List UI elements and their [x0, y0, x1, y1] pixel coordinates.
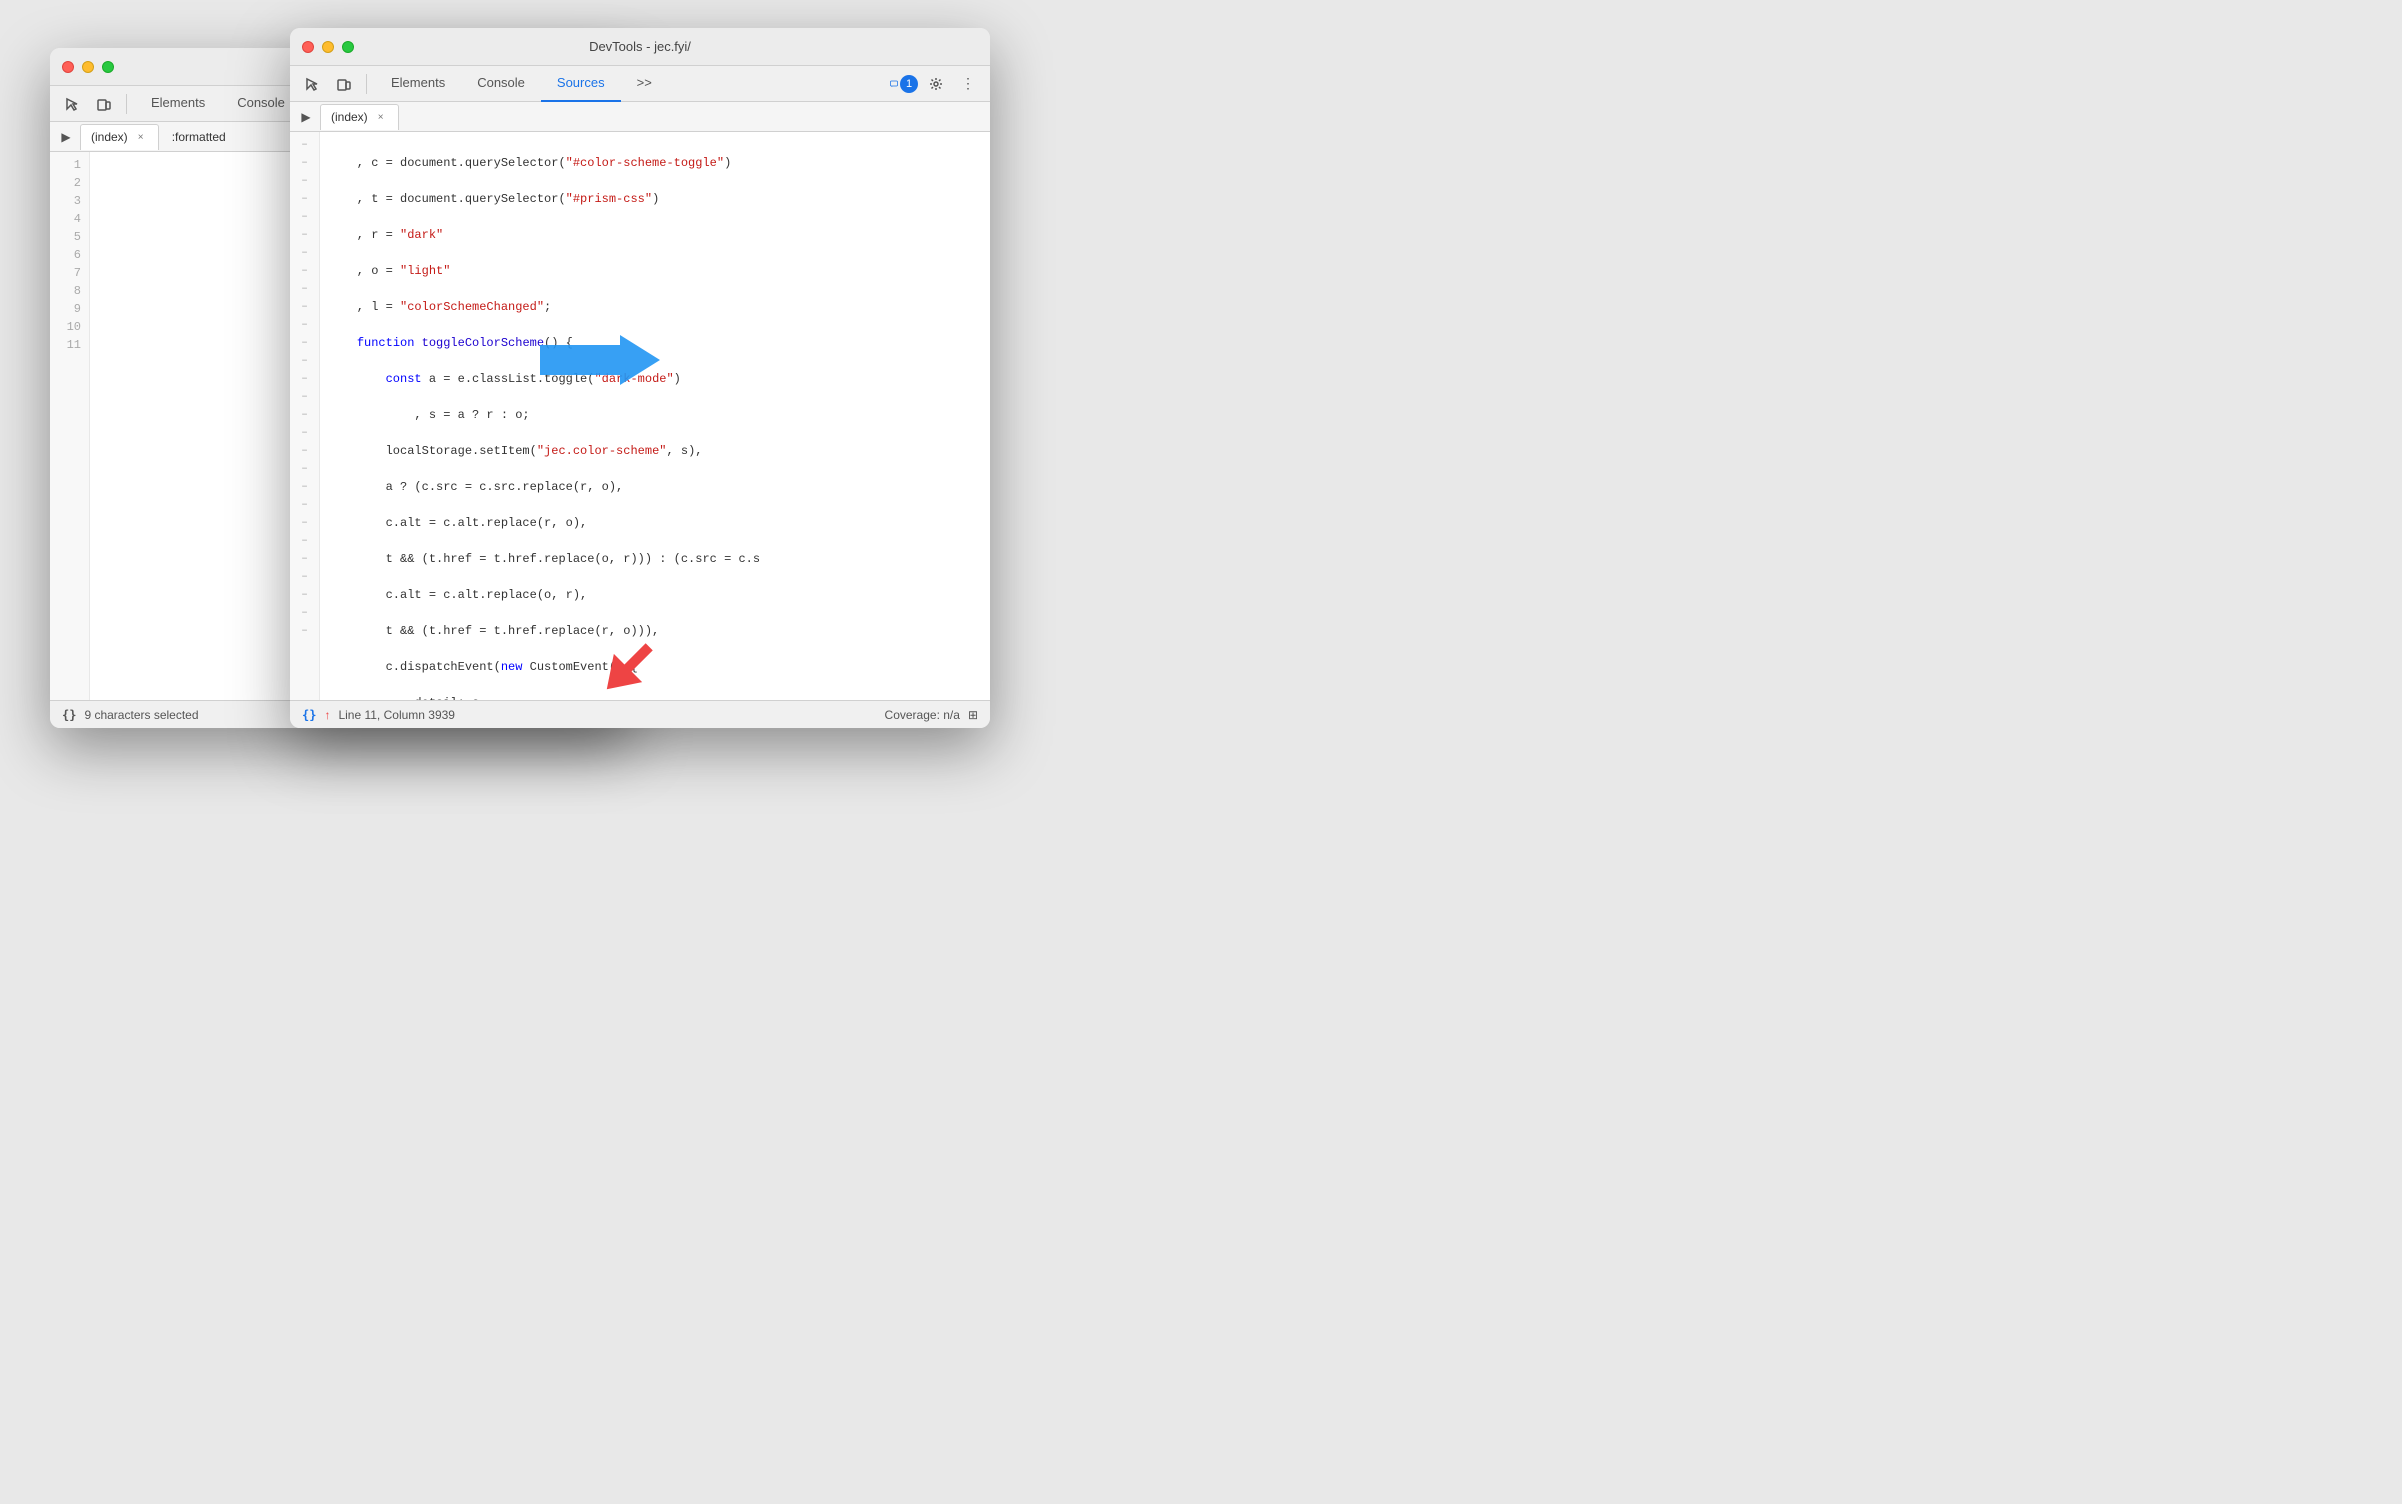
scroll-icon-2[interactable]: ⊞ [968, 708, 978, 722]
status-left-1: {} 9 characters selected [62, 708, 199, 722]
position-text-2: Line 11, Column 3939 [338, 708, 455, 722]
close-tab-index-1[interactable]: × [134, 130, 148, 144]
tab-elements-2[interactable]: Elements [375, 66, 461, 102]
coverage-text-2: Coverage: n/a [885, 708, 960, 722]
code-line: a ? (c.src = c.src.replace(r, o), [328, 478, 982, 496]
toolbar-2: Elements Console Sources >> [290, 66, 990, 102]
window-title-2: DevTools - jec.fyi/ [589, 39, 691, 54]
blue-arrow [540, 335, 660, 385]
minimize-button-1[interactable] [82, 61, 94, 73]
titlebar-2: DevTools - jec.fyi/ [290, 28, 990, 66]
close-tab-index-2[interactable]: × [374, 110, 388, 124]
tab-console-1[interactable]: Console [221, 86, 301, 122]
file-tab-index-2[interactable]: (index) × [320, 104, 399, 130]
file-tab-formatted-1[interactable]: :formatted [161, 124, 237, 150]
close-button-1[interactable] [62, 61, 74, 73]
more-icon-2[interactable]: ⋮ [954, 70, 982, 98]
code-line: c.alt = c.alt.replace(o, r), [328, 586, 982, 604]
red-arrow [598, 638, 658, 698]
format-icon-1[interactable]: {} [62, 708, 76, 722]
device-icon[interactable] [90, 90, 118, 118]
inspect-icon[interactable] [58, 90, 86, 118]
code-content-2: , c = document.querySelector("#color-sch… [320, 132, 990, 700]
tab-console-2[interactable]: Console [461, 66, 541, 102]
toolbar-right-2: 1 ⋮ [890, 70, 982, 98]
code-line: , l = "colorSchemeChanged"; [328, 298, 982, 316]
devtools-body-2: Elements Console Sources >> [290, 66, 990, 728]
tab-elements-1[interactable]: Elements [135, 86, 221, 122]
badge-count: 1 [900, 75, 918, 93]
code-line: c.alt = c.alt.replace(r, o), [328, 514, 982, 532]
red-arrow-indicator: ↑ [324, 708, 330, 722]
tab-bar-2: Elements Console Sources >> [375, 66, 668, 102]
file-tab-index-1[interactable]: (index) × [80, 124, 159, 150]
tab-more-2[interactable]: >> [621, 66, 668, 102]
status-bar-2: {} ↑ Line 11, Column 3939 Coverage: n/a … [290, 700, 990, 728]
inspect-icon-2[interactable] [298, 70, 326, 98]
device-icon-2[interactable] [330, 70, 358, 98]
toolbar-divider-2 [366, 74, 367, 94]
code-line: , r = "dark" [328, 226, 982, 244]
settings-icon[interactable] [922, 70, 950, 98]
status-text-1: 9 characters selected [84, 708, 198, 722]
gutter-2: – – – – – – – – – – – – – – – – – – – – [290, 132, 320, 700]
tab-sources-2[interactable]: Sources [541, 66, 621, 102]
toolbar-divider-1 [126, 94, 127, 114]
close-button-2[interactable] [302, 41, 314, 53]
maximize-button-2[interactable] [342, 41, 354, 53]
file-tabs-2: ▶ (index) × [290, 102, 990, 132]
traffic-lights-1 [62, 61, 114, 73]
code-area-2: – – – – – – – – – – – – – – – – – – – – [290, 132, 990, 700]
code-line: localStorage.setItem("jec.color-scheme",… [328, 442, 982, 460]
code-line: , o = "light" [328, 262, 982, 280]
code-line: , c = document.querySelector("#color-sch… [328, 154, 982, 172]
status-right-2: Coverage: n/a ⊞ [885, 708, 978, 722]
code-line: t && (t.href = t.href.replace(o, r))) : … [328, 550, 982, 568]
code-line: , s = a ? r : o; [328, 406, 982, 424]
line-numbers-1: 1 2 3 4 5 6 7 8 9 10 11 [50, 152, 90, 700]
code-line: , t = document.querySelector("#prism-css… [328, 190, 982, 208]
sidebar-toggle-2[interactable]: ▶ [294, 105, 318, 129]
minimize-button-2[interactable] [322, 41, 334, 53]
status-left-2: {} ↑ Line 11, Column 3939 [302, 708, 455, 722]
maximize-button-1[interactable] [102, 61, 114, 73]
sidebar-toggle-1[interactable]: ▶ [54, 125, 78, 149]
chat-icon[interactable]: 1 [890, 70, 918, 98]
format-icon-2[interactable]: {} [302, 708, 316, 722]
traffic-lights-2 [302, 41, 354, 53]
